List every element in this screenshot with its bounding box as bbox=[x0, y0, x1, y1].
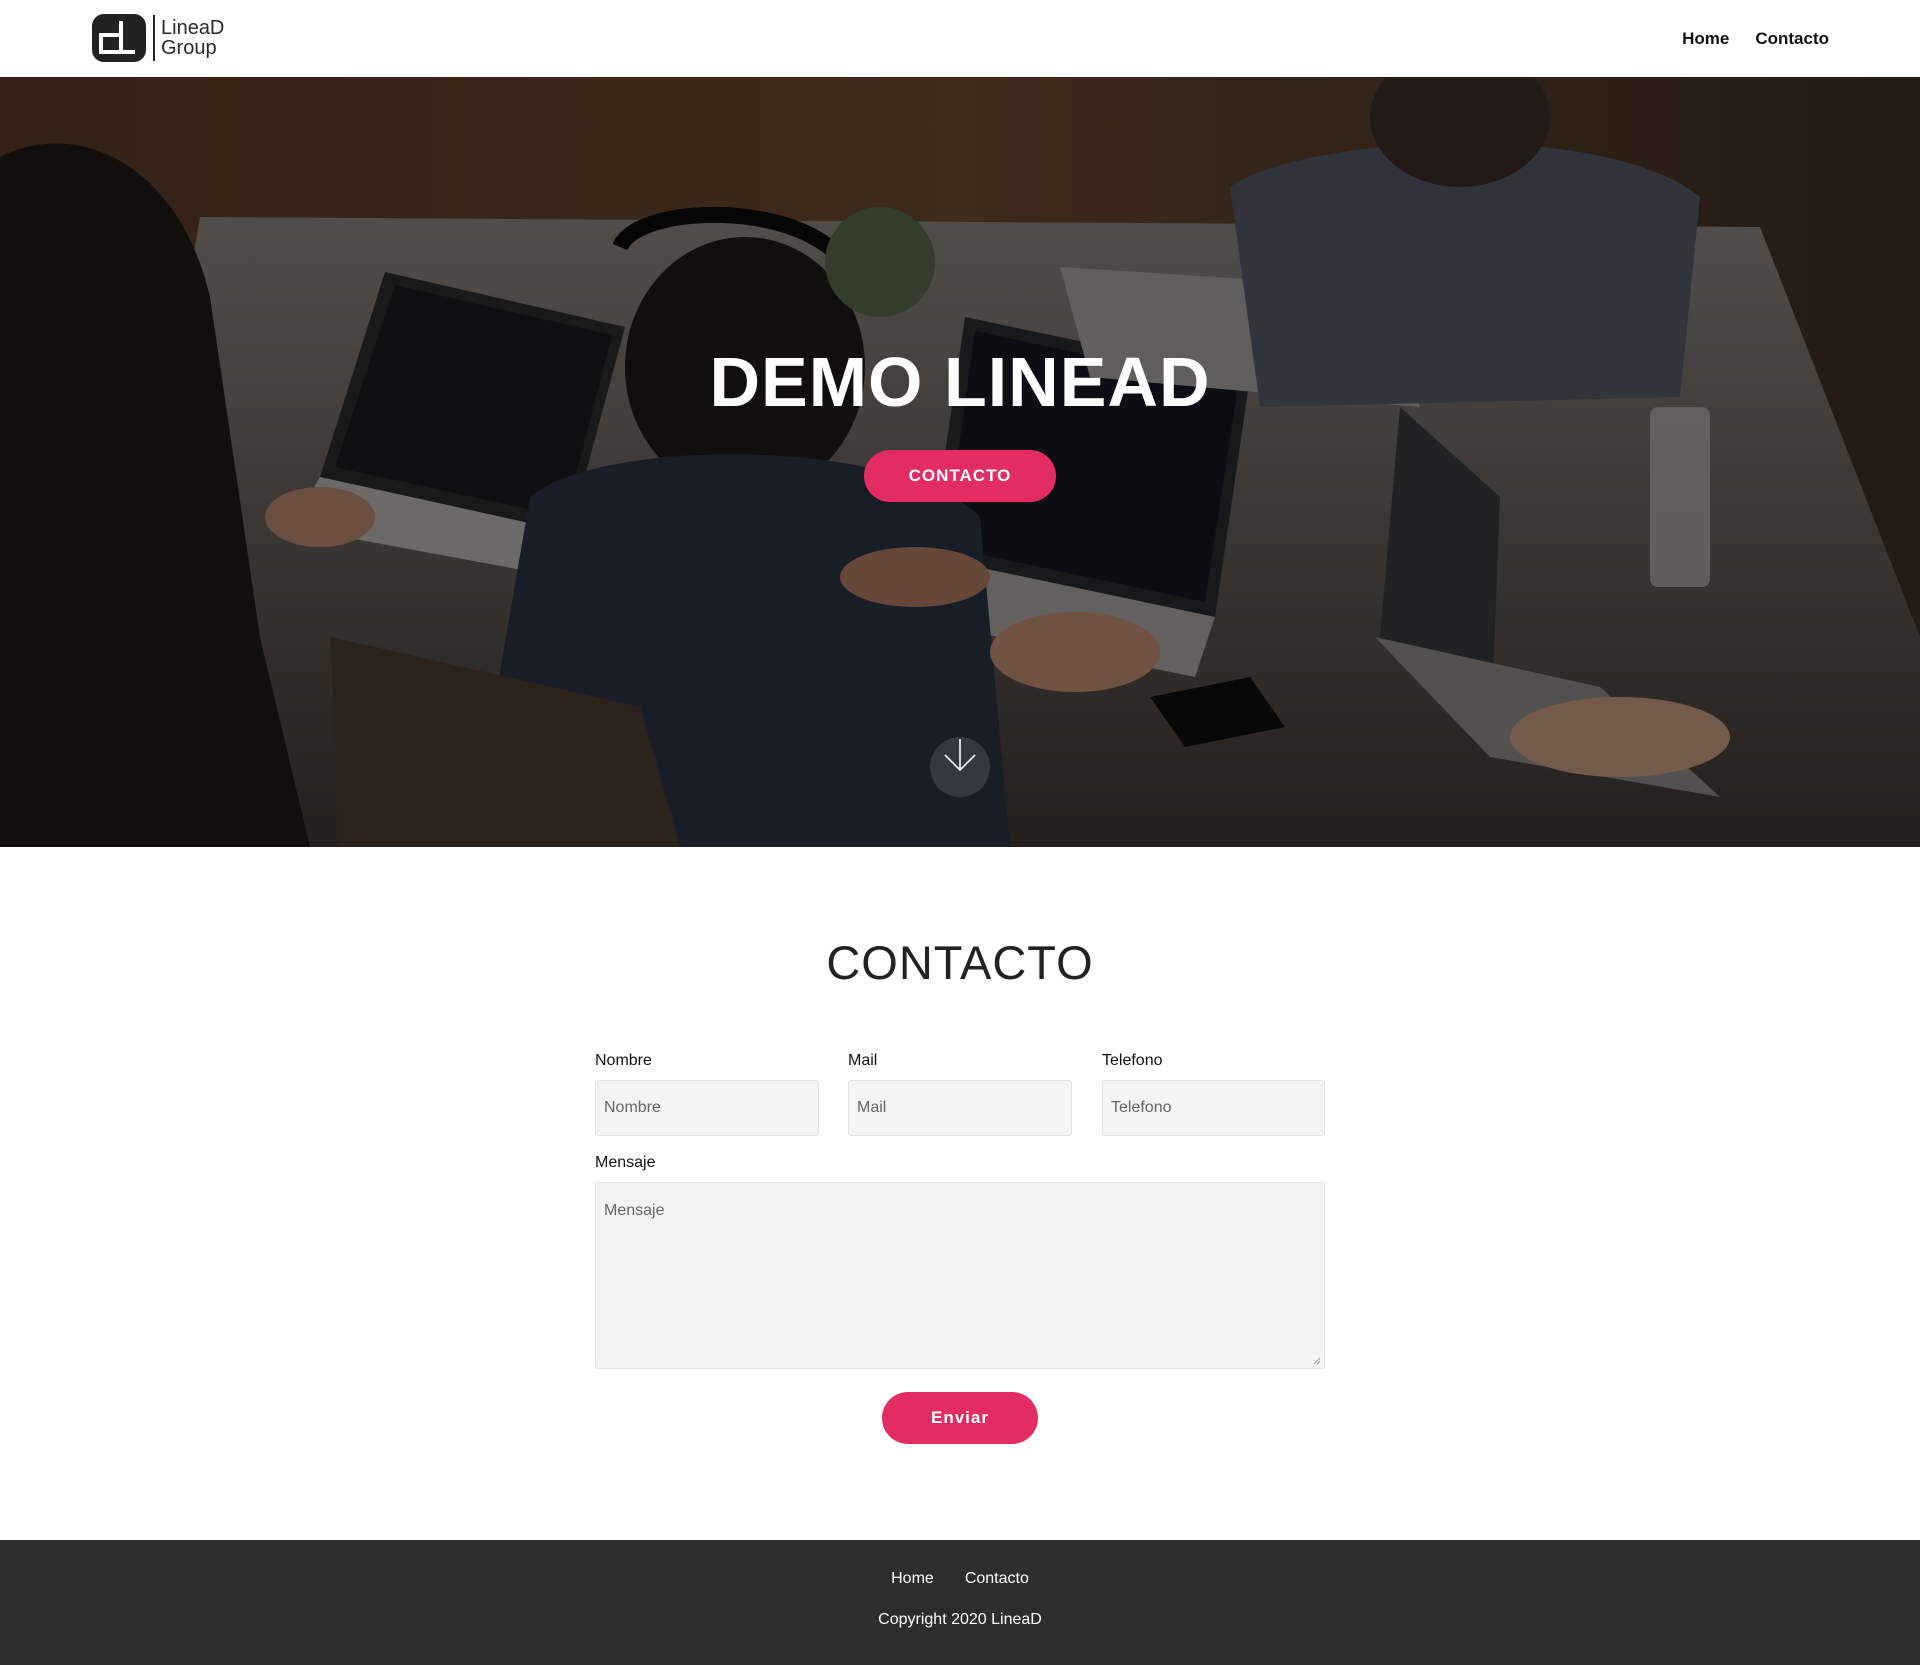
brand-logo[interactable]: LineaD Group bbox=[91, 13, 224, 63]
nombre-placeholder: Nombre bbox=[604, 1099, 661, 1116]
mail-label: Mail bbox=[848, 1052, 878, 1069]
telefono-label: Telefono bbox=[1102, 1052, 1163, 1069]
hero-contacto-button[interactable]: CONTACTO bbox=[864, 450, 1056, 502]
footer-home-link[interactable]: Home bbox=[891, 1570, 934, 1588]
telefono-input[interactable]: Telefono bbox=[1102, 1080, 1325, 1136]
logo-line-1: LineaD bbox=[161, 17, 225, 39]
logo-line-2: Group bbox=[161, 37, 217, 59]
top-navbar: LineaD Group Home Contacto bbox=[0, 0, 1920, 77]
enviar-button[interactable]: Enviar bbox=[882, 1392, 1038, 1444]
scroll-down-button[interactable] bbox=[930, 737, 990, 797]
footer: Home Contacto Copyright 2020 LineaD bbox=[0, 1540, 1920, 1665]
mensaje-textarea[interactable]: Mensaje bbox=[595, 1182, 1325, 1369]
resize-handle-icon[interactable] bbox=[1313, 1357, 1321, 1365]
telefono-placeholder: Telefono bbox=[1111, 1099, 1172, 1116]
nav-home-link[interactable]: Home bbox=[1682, 29, 1729, 49]
mail-input[interactable]: Mail bbox=[848, 1080, 1072, 1136]
mensaje-placeholder: Mensaje bbox=[604, 1202, 665, 1219]
logo-divider bbox=[153, 15, 155, 61]
mensaje-label: Mensaje bbox=[595, 1154, 656, 1171]
nombre-input[interactable]: Nombre bbox=[595, 1080, 819, 1136]
hero-title: DEMO LINEAD bbox=[709, 343, 1211, 421]
nav-contacto-link[interactable]: Contacto bbox=[1755, 29, 1829, 49]
nombre-label: Nombre bbox=[595, 1052, 652, 1069]
logo-wordmark: LineaD Group bbox=[161, 18, 224, 58]
footer-nav: Home Contacto bbox=[0, 1570, 1920, 1588]
footer-contacto-link[interactable]: Contacto bbox=[965, 1570, 1029, 1588]
hero-section: DEMO LINEAD CONTACTO bbox=[0, 77, 1920, 847]
mail-placeholder: Mail bbox=[857, 1099, 887, 1116]
main-nav: Home Contacto bbox=[1682, 0, 1829, 77]
arrow-down-icon bbox=[944, 739, 976, 772]
contact-section-title: CONTACTO bbox=[826, 936, 1094, 989]
copyright-text: Copyright 2020 LineaD bbox=[878, 1611, 1042, 1628]
lineadd-logo-icon bbox=[92, 14, 146, 62]
